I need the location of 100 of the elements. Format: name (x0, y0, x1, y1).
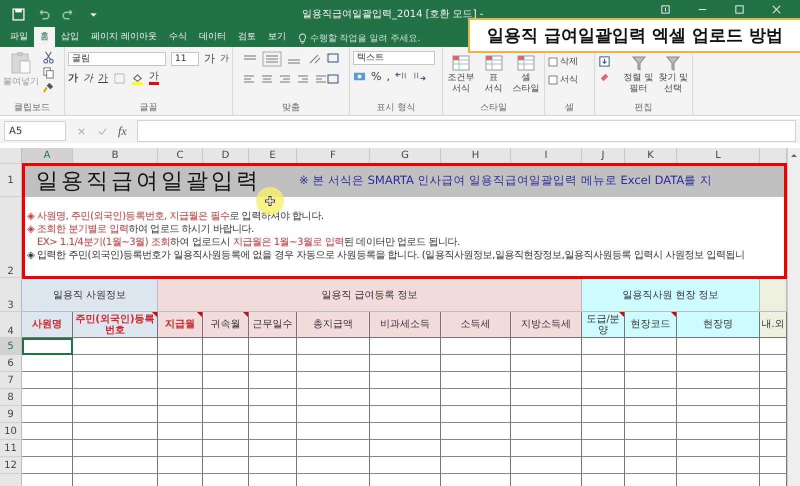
accounting-format-icon[interactable] (353, 70, 366, 83)
row-header[interactable]: 10 (0, 423, 22, 440)
table-cell[interactable] (760, 372, 787, 389)
table-cell[interactable] (158, 372, 203, 389)
table-cell[interactable] (441, 372, 511, 389)
fill-color-icon[interactable] (131, 72, 144, 84)
table-cell[interactable] (625, 338, 677, 355)
table-cell[interactable] (297, 406, 370, 423)
table-cell[interactable] (73, 406, 158, 423)
fill-down-icon[interactable] (598, 55, 611, 68)
table-cell[interactable] (22, 372, 73, 389)
table-cell[interactable] (370, 338, 441, 355)
name-box[interactable]: A5 (4, 121, 66, 141)
table-cell[interactable] (297, 389, 370, 406)
column-header[interactable]: L (677, 148, 760, 164)
formula-input[interactable] (136, 120, 796, 142)
column-header[interactable]: K (625, 148, 677, 164)
row-header[interactable]: 9 (0, 406, 22, 423)
table-cell[interactable] (370, 406, 441, 423)
table-cell[interactable] (22, 457, 73, 474)
table-cell[interactable] (370, 355, 441, 372)
table-cell[interactable] (441, 406, 511, 423)
table-cell[interactable] (297, 338, 370, 355)
table-cell[interactable] (677, 389, 760, 406)
table-cell[interactable] (441, 440, 511, 457)
checkmark-icon[interactable] (97, 126, 108, 136)
column-header[interactable]: A (22, 148, 73, 164)
table-cell[interactable] (370, 372, 441, 389)
cancel-icon[interactable] (76, 126, 87, 136)
table-cell[interactable] (582, 389, 625, 406)
italic-button[interactable]: 가 (83, 71, 93, 85)
row-header[interactable]: 3 (0, 278, 22, 312)
table-cell[interactable] (73, 355, 158, 372)
table-cell[interactable] (370, 389, 441, 406)
tell-me-field[interactable]: 수행할 작업을 알려 주세요. (298, 33, 434, 47)
row-header[interactable]: 4 (0, 312, 22, 338)
style-button[interactable]: 셀 스타일 (511, 55, 542, 101)
undo-icon[interactable] (37, 8, 50, 20)
table-cell[interactable] (203, 440, 249, 457)
table-cell[interactable] (297, 372, 370, 389)
table-cell[interactable] (625, 406, 677, 423)
redo-icon[interactable] (62, 8, 75, 20)
ribbon-tab[interactable]: 파일 (4, 27, 34, 47)
row-header[interactable]: 7 (0, 372, 22, 389)
ribbon-display-icon[interactable] (660, 4, 671, 15)
table-cell[interactable] (249, 423, 297, 440)
table-cell[interactable] (158, 423, 203, 440)
table-cell[interactable] (158, 355, 203, 372)
table-cell[interactable] (511, 372, 582, 389)
table-cell[interactable] (203, 355, 249, 372)
table-cell[interactable] (73, 423, 158, 440)
table-cell[interactable] (760, 457, 787, 474)
border-icon[interactable] (113, 72, 126, 84)
comma-button[interactable]: , (386, 70, 390, 83)
vertical-scrollbar[interactable] (787, 148, 800, 486)
table-cell[interactable] (511, 406, 582, 423)
row-header[interactable]: 8 (0, 389, 22, 406)
table-cell[interactable] (158, 457, 203, 474)
table-cell[interactable] (625, 372, 677, 389)
ribbon-tab[interactable]: 검토 (232, 27, 262, 47)
table-cell[interactable] (22, 423, 73, 440)
table-cell[interactable] (677, 423, 760, 440)
table-cell[interactable] (760, 423, 787, 440)
scissors-icon[interactable] (42, 51, 55, 64)
shrink-font-button[interactable]: 가 (220, 52, 229, 65)
table-cell[interactable] (22, 355, 73, 372)
bold-button[interactable]: 가 (68, 71, 78, 85)
column-header[interactable]: E (249, 148, 297, 164)
cell-button[interactable]: 서식 (548, 73, 591, 86)
paintbrush-icon[interactable] (42, 81, 55, 94)
row-header[interactable]: 1 (0, 164, 22, 197)
insert-function-button[interactable]: fx (118, 124, 127, 138)
table-cell[interactable] (760, 406, 787, 423)
table-cell[interactable] (625, 355, 677, 372)
number-format-dropdown[interactable]: 텍스트 (353, 51, 435, 65)
table-cell[interactable] (249, 406, 297, 423)
table-cell[interactable] (249, 338, 297, 355)
table-cell[interactable] (441, 423, 511, 440)
column-header[interactable]: B (73, 148, 158, 164)
table-cell[interactable] (249, 389, 297, 406)
table-cell[interactable] (760, 389, 787, 406)
close-icon[interactable] (771, 4, 782, 15)
table-cell[interactable] (625, 440, 677, 457)
table-cell[interactable] (158, 406, 203, 423)
table-cell[interactable] (22, 406, 73, 423)
table-cell[interactable] (677, 457, 760, 474)
table-cell[interactable] (203, 338, 249, 355)
column-header[interactable]: C (158, 148, 203, 164)
maximize-icon[interactable] (734, 4, 745, 15)
table-cell[interactable] (625, 423, 677, 440)
table-cell[interactable] (582, 440, 625, 457)
table-cell[interactable] (677, 355, 760, 372)
table-cell[interactable] (677, 338, 760, 355)
table-cell[interactable] (625, 389, 677, 406)
table-cell[interactable] (158, 440, 203, 457)
table-cell[interactable] (297, 457, 370, 474)
table-cell[interactable] (249, 355, 297, 372)
font-size-dropdown[interactable]: 11 (171, 52, 199, 66)
table-cell[interactable] (441, 389, 511, 406)
table-cell[interactable] (203, 372, 249, 389)
